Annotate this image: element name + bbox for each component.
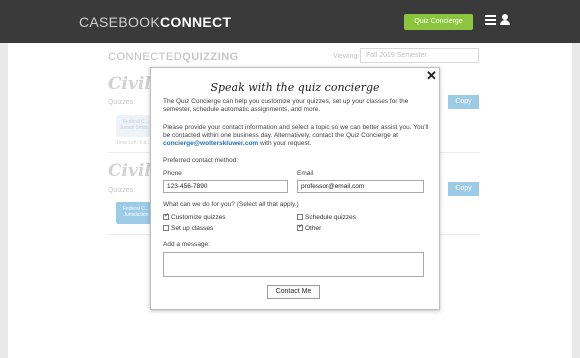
checkbox-unchecked-icon[interactable] bbox=[163, 225, 169, 231]
modal-contact-info: Please provide your contact information … bbox=[163, 124, 429, 147]
course-title: Civil bbox=[108, 74, 151, 94]
quizzes-label: Quizzes: bbox=[108, 99, 136, 106]
email-label: Email bbox=[297, 170, 314, 177]
contact-me-button[interactable]: Contact Me bbox=[267, 285, 320, 299]
concierge-email-link[interactable]: concierge@wolterskluwer.com bbox=[163, 140, 258, 147]
copy-button[interactable]: Copy bbox=[448, 182, 479, 196]
modal-title: Speak with the quiz concierge bbox=[210, 81, 380, 94]
checkbox-unchecked-icon[interactable] bbox=[297, 214, 303, 220]
copy-button[interactable]: Copy bbox=[448, 95, 479, 109]
phone-field[interactable]: 123-456-7890 bbox=[163, 180, 288, 193]
quiz-concierge-button[interactable]: Quiz Concierge bbox=[404, 14, 473, 30]
phone-label: Phone bbox=[163, 170, 182, 177]
course-title: Civil bbox=[108, 161, 151, 181]
checkbox-checked-icon[interactable] bbox=[163, 212, 169, 220]
brand-logo[interactable]: CASEBOOKCONNECT bbox=[79, 14, 231, 30]
semester-select[interactable]: Fall 2019 Semester bbox=[360, 48, 479, 63]
page-title: CONNECTEDQUIZZING bbox=[108, 51, 239, 63]
topics-label: What can we do for you? (Select all that… bbox=[163, 201, 299, 208]
time-left-text: Time Left: 6 d... bbox=[116, 140, 151, 146]
email-field[interactable]: professor@email.com bbox=[297, 180, 424, 193]
topic-set-up-classes-checkbox[interactable]: Set up classes bbox=[163, 225, 213, 232]
user-icon[interactable] bbox=[500, 14, 510, 26]
message-label: Add a message: bbox=[163, 241, 210, 248]
modal-intro: The Quiz Concierge can help you customiz… bbox=[163, 98, 409, 113]
preferred-method-label: Preferred contact method: bbox=[163, 157, 239, 164]
topic-customize-quizzes-checkbox[interactable]: Customize quizzes bbox=[163, 212, 226, 221]
topic-other-checkbox[interactable]: Other bbox=[297, 223, 321, 232]
hamburger-icon[interactable] bbox=[485, 15, 496, 26]
quizzes-label: Quizzes: bbox=[108, 187, 136, 194]
topic-schedule-quizzes-checkbox[interactable]: Schedule quizzes bbox=[297, 214, 356, 221]
checkbox-checked-icon[interactable] bbox=[297, 223, 303, 231]
top-nav-bar: CASEBOOKCONNECT Quiz Concierge bbox=[0, 0, 580, 43]
message-textarea[interactable] bbox=[163, 252, 424, 277]
viewing-label: Viewing: bbox=[333, 53, 360, 60]
